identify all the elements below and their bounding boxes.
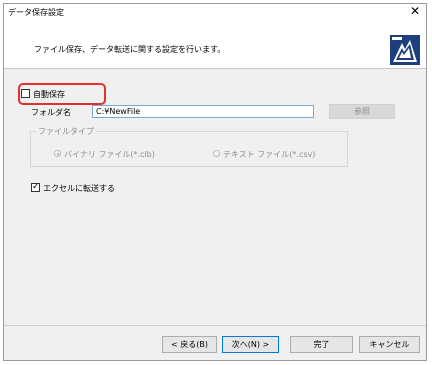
close-icon[interactable]: ✕ <box>410 5 420 17</box>
dialog-window: データ保存設定 ✕ ファイル保存、データ転送に関する設定を行います。 自動保存 … <box>3 3 427 361</box>
filetype-group-title: ファイルタイプ <box>36 126 96 137</box>
back-button[interactable]: < 戻る(B) <box>162 336 217 353</box>
dialog-body: 自動保存 フォルダ名 C:¥NewFile 参照 ファイルタイプ バイナリ ファ… <box>4 69 426 325</box>
radio-binary[interactable] <box>54 150 61 157</box>
folder-name-input[interactable]: C:¥NewFile <box>92 105 314 118</box>
radio-binary-label: バイナリ ファイル(*.clb) <box>64 150 155 159</box>
dialog-header: ファイル保存、データ転送に関する設定を行います。 <box>4 20 426 69</box>
title-bar: データ保存設定 ✕ <box>4 4 426 20</box>
browse-button[interactable]: 参照 <box>329 104 395 119</box>
autosave-checkbox[interactable] <box>21 89 30 98</box>
footer-separator <box>4 325 426 326</box>
wizard-logo-icon <box>390 35 420 65</box>
radio-text-label: テキスト ファイル(*.csv) <box>223 150 316 159</box>
next-button[interactable]: 次へ(N) > <box>222 336 279 353</box>
finish-button[interactable]: 完了 <box>290 336 353 353</box>
folder-label: フォルダ名 <box>31 108 71 117</box>
folder-name-value: C:¥NewFile <box>96 107 141 116</box>
excel-transfer-label: エクセルに転送する <box>43 184 115 193</box>
cancel-button[interactable]: キャンセル <box>359 336 420 353</box>
window-title: データ保存設定 <box>8 8 64 17</box>
radio-text[interactable] <box>213 150 220 157</box>
header-description: ファイル保存、データ転送に関する設定を行います。 <box>34 45 226 54</box>
check-icon: ✓ <box>32 182 40 192</box>
excel-transfer-checkbox[interactable]: ✓ <box>31 182 40 192</box>
autosave-label: 自動保存 <box>33 90 65 99</box>
